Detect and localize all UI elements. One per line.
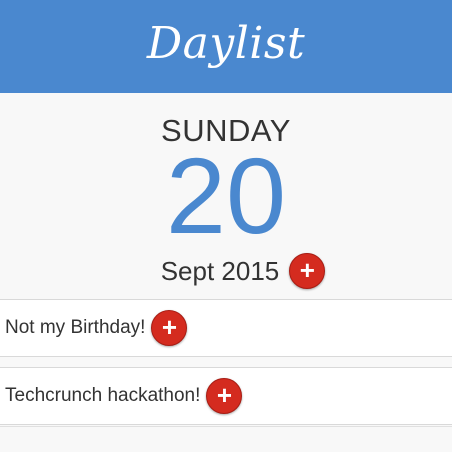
plus-icon: + [161,312,178,342]
plus-icon: + [216,380,232,410]
month-year-row: Sept 2015 + [0,251,452,291]
event-label: Techcrunch hackathon! [5,385,201,406]
date-panel: SUNDAY 20 Sept 2015 + [0,93,452,298]
app-header: Daylist [0,0,452,93]
add-event-button[interactable]: + [206,378,243,414]
event-row[interactable]: Techcrunch hackathon! + [0,367,452,425]
event-label: Not my Birthday! [5,317,146,338]
event-row[interactable]: Not my Birthday! + [0,299,452,357]
day-number: 20 [165,135,287,256]
app-logo: Daylist [146,18,306,69]
divider [0,426,452,427]
add-date-button[interactable]: + [289,253,326,289]
month-year-label: Sept 2015 [160,255,280,286]
add-event-button[interactable]: + [151,310,188,346]
plus-icon: + [299,255,315,285]
